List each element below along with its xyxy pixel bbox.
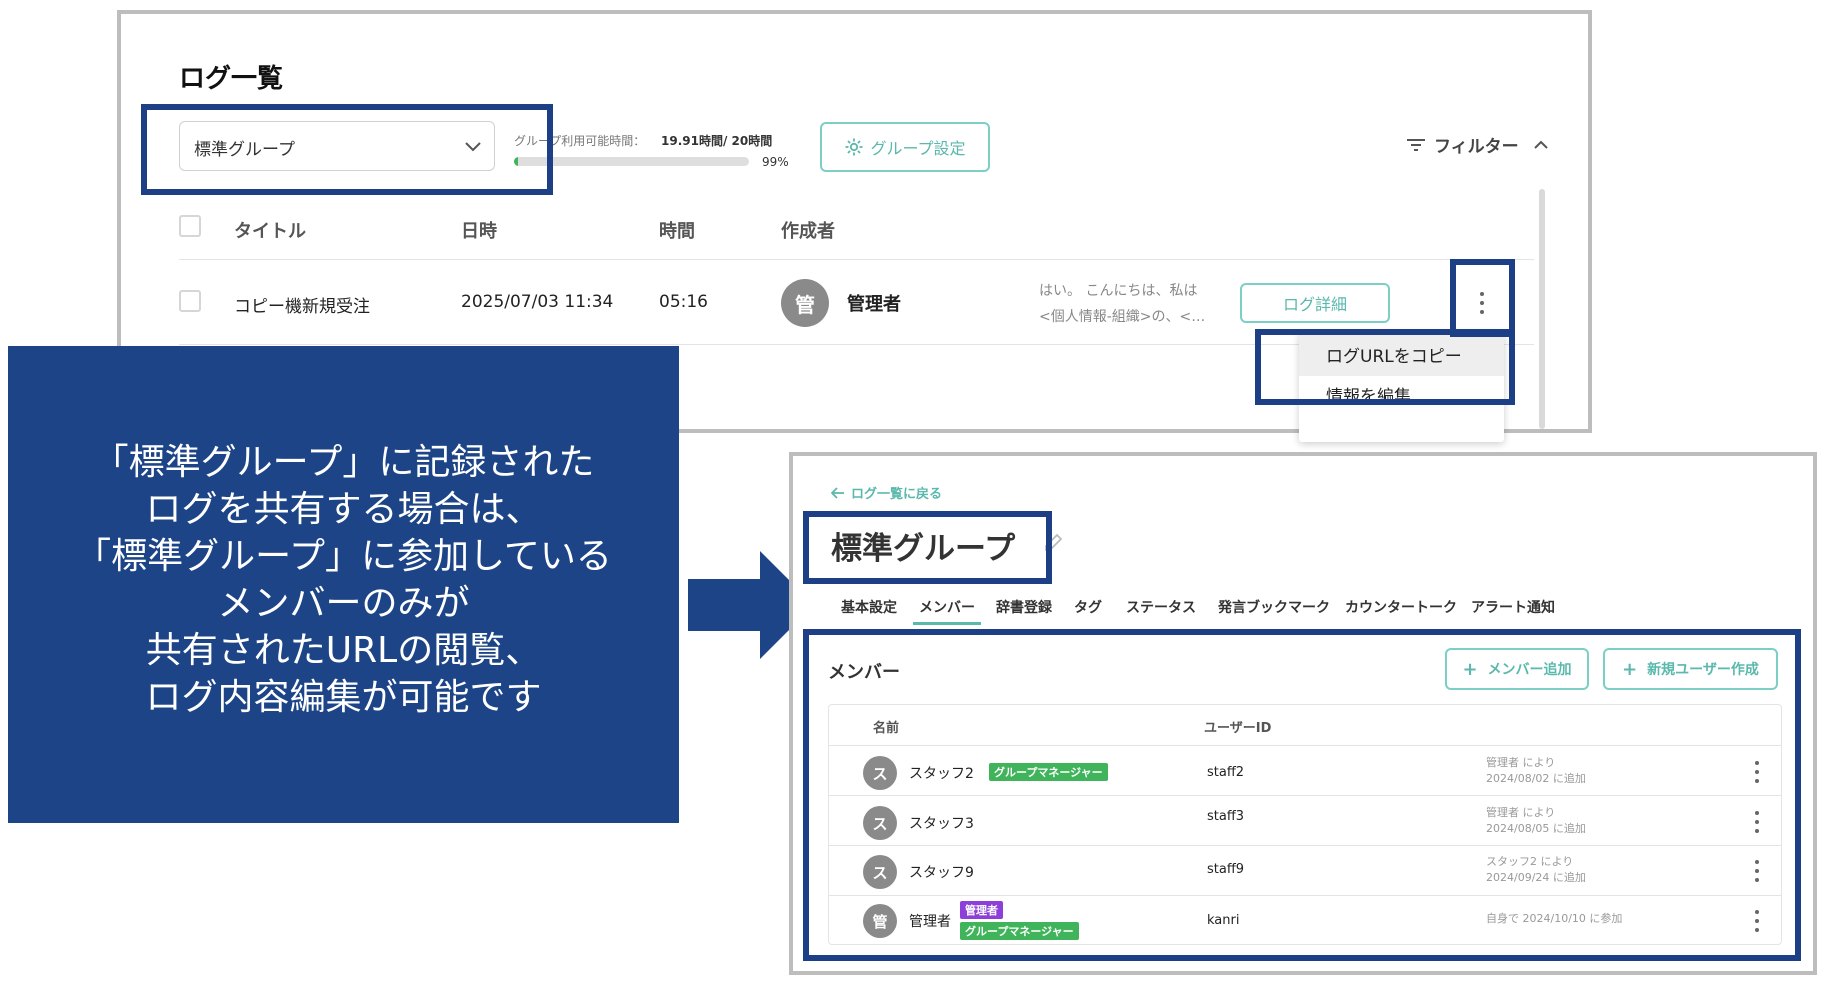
highlight-copy-url	[1255, 329, 1515, 405]
log-preview-line1: はい。 こんにちは、私は	[1039, 283, 1198, 299]
callout-line: 共有されたURLの閲覧、	[145, 630, 542, 671]
gear-icon	[844, 137, 864, 157]
usage-percent: 99%	[762, 155, 789, 169]
group-settings-button[interactable]: グループ設定	[820, 122, 990, 172]
callout-line: ログを共有する場合は、	[145, 489, 542, 530]
page-title: ログ一覧	[179, 64, 284, 94]
callout-box: 「標準グループ」に記録された ログを共有する場合は、 「標準グループ」に参加して…	[8, 346, 679, 823]
tab-members[interactable]: メンバー	[919, 597, 975, 617]
log-detail-label: ログ詳細	[1282, 295, 1347, 314]
log-duration: 05:16	[659, 292, 708, 312]
scrollbar[interactable]	[1539, 189, 1545, 429]
column-header-title: タイトル	[234, 221, 306, 242]
highlight-kebab	[1450, 259, 1515, 337]
group-settings-label: グループ設定	[870, 139, 966, 158]
active-tab-indicator	[913, 622, 981, 625]
tab-status[interactable]: ステータス	[1126, 597, 1196, 617]
tab-dictionary[interactable]: 辞書登録	[996, 597, 1052, 617]
log-datetime: 2025/07/03 11:34	[461, 292, 614, 312]
highlight-group-title	[803, 511, 1052, 584]
column-header-author: 作成者	[781, 221, 835, 242]
callout-line: ログ内容編集が可能です	[145, 677, 542, 718]
select-all-checkbox[interactable]	[179, 215, 201, 237]
callout-line: 「標準グループ」に参加している	[75, 536, 612, 577]
filter-label: フィルター	[1434, 137, 1519, 157]
row-checkbox[interactable]	[179, 290, 201, 312]
arrow-left-icon	[831, 486, 845, 499]
filter-toggle[interactable]: フィルター	[1406, 132, 1549, 157]
tab-tags[interactable]: タグ	[1074, 597, 1102, 617]
log-detail-button[interactable]: ログ詳細	[1240, 283, 1390, 323]
tab-alert-notify[interactable]: アラート通知	[1471, 597, 1555, 617]
callout-line: メンバーのみが	[217, 583, 470, 624]
log-preview-line2: <個人情報-組織>の、<…	[1039, 309, 1206, 325]
tab-basic-settings[interactable]: 基本設定	[841, 597, 897, 617]
column-header-datetime: 日時	[461, 221, 497, 242]
back-link-label: ログ一覧に戻る	[851, 487, 943, 502]
highlight-group-select	[141, 104, 553, 195]
group-settings-screenshot: ログ一覧に戻る 標準グループ 基本設定 メンバー 辞書登録 タグ ステータス 発…	[789, 452, 1817, 975]
log-author: 管理者	[847, 294, 901, 315]
highlight-members-section	[803, 629, 1801, 961]
tab-counter-talk[interactable]: カウンタートーク	[1345, 597, 1457, 617]
usage-value: 19.91時間/ 20時間	[661, 134, 773, 148]
callout-line: 「標準グループ」に記録された	[92, 442, 595, 483]
avatar: 管	[781, 279, 829, 327]
back-link[interactable]: ログ一覧に戻る	[831, 483, 942, 502]
column-header-duration: 時間	[659, 221, 695, 242]
tab-speech-bookmark[interactable]: 発言ブックマーク	[1218, 597, 1330, 617]
chevron-up-icon	[1533, 140, 1549, 150]
divider	[179, 259, 1534, 260]
filter-icon	[1406, 138, 1426, 152]
log-title: コピー機新規受注	[234, 297, 370, 317]
callout-text: 「標準グループ」に記録された ログを共有する場合は、 「標準グループ」に参加して…	[8, 439, 679, 721]
